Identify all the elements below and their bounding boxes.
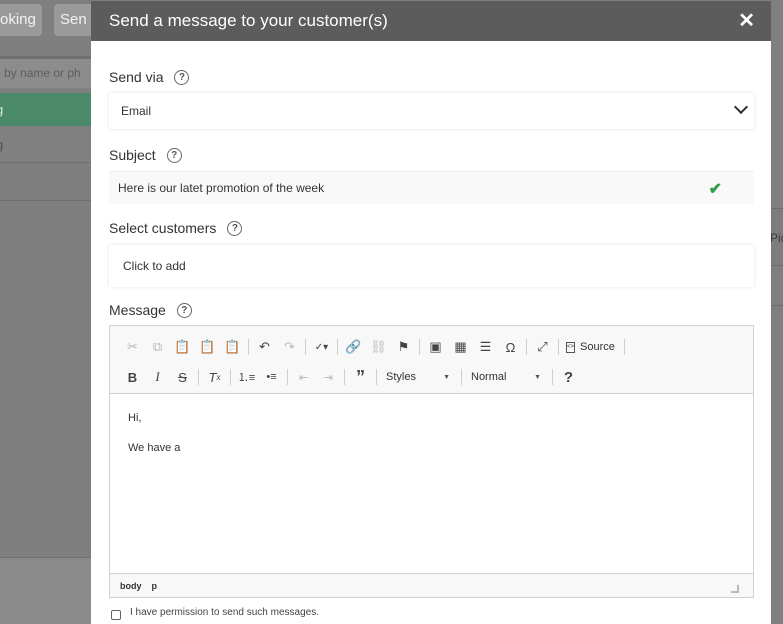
- modal-title: Send a message to your customer(s): [109, 11, 388, 30]
- send-message-modal: Send a message to your customer(s) ✕ Sen…: [91, 1, 771, 624]
- modal-header: Send a message to your customer(s) ✕: [91, 1, 771, 41]
- redo-icon[interactable]: ↷: [277, 336, 302, 358]
- help-icon[interactable]: ?: [166, 147, 182, 163]
- subject-input[interactable]: Here is our latet promotion of the week …: [109, 171, 754, 204]
- toolbar-separator: [558, 339, 559, 355]
- dropdown-arrow-icon: ▼: [534, 373, 541, 381]
- editor-path-bar: body p: [110, 573, 753, 597]
- editor-toolbar: ✂ ⧉ 📋 📋 📋 ↶ ↷ ✓▾ 🔗 ⛓ ⚑ ▣ ▦ ☰ Ω ⤢ <> Sour…: [110, 326, 753, 394]
- toolbar-separator: [337, 339, 338, 355]
- bg-list-item: [0, 163, 92, 201]
- help-icon[interactable]: ?: [174, 69, 190, 85]
- toolbar-separator: [376, 369, 377, 385]
- paste-word-icon[interactable]: 📋: [220, 336, 245, 358]
- horizontal-line-icon[interactable]: ☰: [473, 336, 498, 358]
- source-icon: <>: [566, 341, 575, 353]
- blockquote-icon[interactable]: ”: [348, 366, 373, 388]
- toolbar-separator: [287, 369, 288, 385]
- numbered-list-icon[interactable]: ⒈≡: [234, 366, 259, 388]
- format-label: Normal: [471, 371, 507, 383]
- resize-handle-icon[interactable]: [731, 585, 739, 593]
- editor-content[interactable]: Hi, We have a: [110, 394, 753, 573]
- toolbar-separator: [230, 369, 231, 385]
- close-icon[interactable]: ✕: [738, 11, 755, 31]
- anchor-flag-icon[interactable]: ⚑: [391, 336, 416, 358]
- bg-list-item: g: [0, 126, 92, 163]
- bg-panel: [0, 557, 92, 624]
- bg-table-cell: Pic: [770, 208, 783, 266]
- toolbar-separator: [552, 369, 553, 385]
- message-line: We have a: [128, 442, 181, 454]
- bg-search-input: h by name or ph: [0, 56, 92, 88]
- path-p[interactable]: p: [152, 581, 158, 591]
- message-line: Hi,: [128, 412, 142, 424]
- chevron-down-icon: [733, 99, 749, 115]
- spellcheck-icon[interactable]: ✓▾: [309, 336, 334, 358]
- format-dropdown[interactable]: Normal ▼: [465, 367, 549, 387]
- customers-placeholder: Click to add: [123, 259, 186, 273]
- send-via-label: Send via: [109, 69, 164, 85]
- toolbar-separator: [344, 369, 345, 385]
- strikethrough-icon[interactable]: S: [170, 366, 195, 388]
- send-via-label-row: Send via ?: [109, 69, 190, 85]
- toolbar-separator: [526, 339, 527, 355]
- maximize-icon[interactable]: ⤢: [530, 336, 555, 358]
- paste-icon[interactable]: 📋: [170, 336, 195, 358]
- help-icon[interactable]: ?: [176, 302, 192, 318]
- subject-label-row: Subject ?: [109, 147, 182, 163]
- send-via-value: Email: [121, 104, 152, 118]
- styles-dropdown[interactable]: Styles ▼: [380, 367, 458, 387]
- toolbar-separator: [198, 369, 199, 385]
- cut-icon[interactable]: ✂: [120, 336, 145, 358]
- toolbar-separator: [248, 339, 249, 355]
- help-icon[interactable]: ?: [227, 220, 243, 236]
- italic-icon[interactable]: I: [145, 366, 170, 388]
- message-editor: ✂ ⧉ 📋 📋 📋 ↶ ↷ ✓▾ 🔗 ⛓ ⚑ ▣ ▦ ☰ Ω ⤢ <> Sour…: [109, 325, 754, 598]
- bg-list-item: g: [0, 93, 92, 126]
- permission-label: I have permission to send such messages.: [130, 606, 319, 618]
- dropdown-arrow-icon: ▼: [443, 373, 450, 381]
- customers-input[interactable]: Click to add: [109, 245, 754, 287]
- toolbar-separator: [623, 339, 625, 355]
- paste-text-icon[interactable]: 📋: [195, 336, 220, 358]
- help-icon[interactable]: ?: [556, 366, 581, 388]
- special-char-icon[interactable]: Ω: [498, 336, 523, 358]
- undo-icon[interactable]: ↶: [252, 336, 277, 358]
- subject-label: Subject: [109, 147, 156, 163]
- table-icon[interactable]: ▦: [448, 336, 473, 358]
- bulleted-list-icon[interactable]: •≡: [259, 366, 284, 388]
- send-via-select[interactable]: Email: [109, 93, 754, 129]
- bold-icon[interactable]: B: [120, 366, 145, 388]
- subject-value: Here is our latet promotion of the week: [118, 181, 325, 195]
- customers-label: Select customers: [109, 220, 217, 236]
- toolbar-separator: [305, 339, 306, 355]
- toolbar-separator: [461, 369, 462, 385]
- checkmark-icon: ✔: [708, 181, 722, 198]
- image-icon[interactable]: ▣: [423, 336, 448, 358]
- copy-icon[interactable]: ⧉: [145, 336, 170, 358]
- outdent-icon[interactable]: ⇤: [291, 366, 316, 388]
- unlink-icon[interactable]: ⛓: [366, 336, 391, 358]
- bg-booking-button: oking: [0, 4, 42, 36]
- message-label-row: Message ?: [109, 302, 192, 318]
- path-body[interactable]: body: [120, 581, 142, 591]
- customers-label-row: Select customers ?: [109, 220, 243, 236]
- toolbar-separator: [419, 339, 420, 355]
- bg-table-cell: [770, 266, 783, 306]
- source-label: Source: [580, 341, 615, 353]
- indent-icon[interactable]: ⇥: [316, 366, 341, 388]
- source-button[interactable]: <> Source: [562, 336, 621, 358]
- bg-send-button: Sen: [54, 4, 94, 36]
- permission-checkbox[interactable]: [111, 610, 121, 620]
- remove-format-icon[interactable]: Tx: [202, 366, 227, 388]
- message-label: Message: [109, 302, 166, 318]
- link-icon[interactable]: 🔗: [341, 336, 366, 358]
- permission-row[interactable]: I have permission to send such messages.: [111, 604, 319, 620]
- styles-label: Styles: [386, 371, 416, 383]
